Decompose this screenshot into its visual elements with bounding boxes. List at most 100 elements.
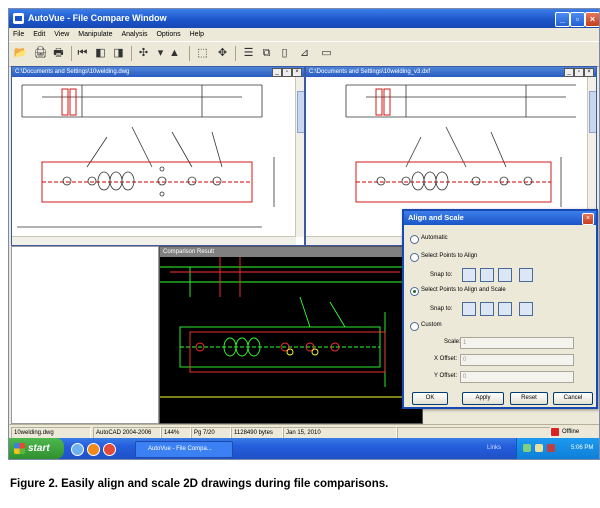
menu-bar: File Edit View Manipulate Analysis Optio… [9,28,599,41]
autovue-app-icon [13,13,24,24]
tray-security-icon[interactable] [547,444,555,452]
menu-help[interactable]: Help [190,31,204,38]
tray-volume-icon[interactable] [535,444,543,452]
left-pane-horizontal-scrollbar[interactable] [12,236,296,245]
dropdown-arrow-icon[interactable]: ▾ [153,46,168,61]
snap-midpoint-icon[interactable] [480,302,494,316]
print-icon[interactable]: 🖨 [33,46,48,61]
minimize-button[interactable]: _ [555,12,570,27]
menu-file[interactable]: File [13,31,24,38]
tray-network-icon[interactable] [523,444,531,452]
windows-taskbar: start AutoVue - File Compa... Links 5:06… [9,438,599,459]
toolbar-separator [235,46,236,61]
snap-none-icon[interactable] [519,268,533,282]
automatic-label: Automatic [421,235,448,241]
comparison-result-title: Comparison Result [160,247,422,257]
screenshot-frame: AutoVue - File Compare Window _ ▫ × File… [8,8,600,460]
rotate-icon[interactable]: ✣ [136,46,151,61]
snap-to-label: Snap to: [430,272,453,278]
menu-edit[interactable]: Edit [33,31,45,38]
links-toolbar[interactable]: Links [487,438,501,459]
app-title-bar[interactable]: AutoVue - File Compare Window _ ▫ × [9,9,599,28]
toolbar: 📂 🖨 🖶 ⏮ ◧ ◨ ✣ ▾ ▲ ⬚ ✥ ☰ ⧉ ▯ ⊿ ▭ [9,41,599,67]
select-points-align-scale-label: Select Points to Align and Scale [421,287,506,293]
menu-manipulate[interactable]: Manipulate [78,31,112,38]
snap-none-icon[interactable] [519,302,533,316]
comparison-cad-drawing [160,257,420,398]
zoom-box-icon[interactable]: ⬚ [195,46,210,61]
snap-to-label: Snap to: [430,306,453,312]
clock: 5:06 PM [571,445,594,451]
snap-endpoint-icon[interactable] [462,302,476,316]
pane-close-button[interactable]: × [584,68,594,77]
toolbar-separator [189,46,190,61]
media-quicklaunch-icon[interactable] [103,443,116,456]
first-page-icon[interactable]: ⏮ [75,46,90,61]
snap-center-icon[interactable] [498,268,512,282]
compare-icon[interactable]: ⧉ [259,46,274,61]
dialog-title: Align and Scale [404,211,596,225]
status-offline[interactable]: Offline [562,425,579,439]
pane-close-button[interactable]: × [292,68,302,77]
left-pane-title: C:\Documents and Settings\10welding.dwg [12,67,304,77]
close-button[interactable]: × [585,12,599,27]
menu-options[interactable]: Options [156,31,180,38]
snap-center-icon[interactable] [498,302,512,316]
pane-minimize-button[interactable]: _ [564,68,574,77]
app-title: AutoVue - File Compare Window [28,13,167,23]
snap-endpoint-icon[interactable] [462,268,476,282]
apply-button[interactable]: Apply [462,392,504,405]
scale-label: Scale: [444,339,461,345]
left-pane-vertical-scrollbar[interactable] [295,77,304,237]
align-and-scale-dialog[interactable]: Align and Scale × Automatic Select Point… [402,209,598,409]
menu-analysis[interactable]: Analysis [121,31,147,38]
windows-logo-icon [14,443,25,454]
left-cad-drawing [17,84,275,228]
pane-restore-button[interactable]: ▫ [282,68,292,77]
pan-icon[interactable]: ✥ [215,46,230,61]
menu-view[interactable]: View [54,31,69,38]
next-page-icon[interactable]: ◨ [111,46,126,61]
pane-restore-button[interactable]: ▫ [574,68,584,77]
ie-quicklaunch-icon[interactable] [71,443,84,456]
ok-button[interactable]: OK [412,392,448,405]
comparison-result-pane[interactable]: Comparison Result [159,246,423,424]
maximize-button[interactable]: ▫ [570,12,585,27]
taskbar-task-label: AutoVue - File Compa... [148,446,212,452]
select-points-align-scale-radio[interactable] [410,287,419,296]
x-offset-field[interactable]: 0 [460,354,574,366]
properties-icon[interactable]: ▭ [319,46,334,61]
custom-label: Custom [421,322,442,328]
reset-button[interactable]: Reset [510,392,548,405]
pane-minimize-button[interactable]: _ [272,68,282,77]
start-button[interactable]: start [9,438,64,459]
page-icon[interactable]: ▯ [277,46,292,61]
previous-page-icon[interactable]: ◧ [93,46,108,61]
print-preview-icon[interactable]: 🖶 [51,46,66,61]
snap-midpoint-icon[interactable] [480,268,494,282]
start-label: start [28,443,50,454]
markup-icon[interactable]: ▲ [167,46,182,61]
firefox-quicklaunch-icon[interactable] [87,443,100,456]
y-offset-label: Y Offset: [434,373,458,379]
select-points-align-label: Select Points to Align [421,253,478,259]
measure-icon[interactable]: ⊿ [297,46,312,61]
automatic-radio[interactable] [410,235,419,244]
dialog-close-button[interactable]: × [582,213,594,225]
toolbar-separator [131,46,132,61]
figure-caption: Figure 2. Easily align and scale 2D draw… [10,478,389,490]
select-points-align-radio[interactable] [410,253,419,262]
taskbar-autovue-button[interactable]: AutoVue - File Compa... [135,441,233,458]
status-bar: 10welding.dwg AutoCAD 2004-2006 144% Pg … [9,424,599,439]
offline-icon [551,428,559,436]
open-folder-icon[interactable]: 📂 [13,46,28,61]
x-offset-label: X Offset: [434,356,458,362]
y-offset-field[interactable]: 0 [460,371,574,383]
left-drawing-pane[interactable]: C:\Documents and Settings\10welding.dwg … [11,66,305,246]
cancel-button[interactable]: Cancel [553,392,593,405]
scale-field[interactable]: 1 [460,337,574,349]
layers-icon[interactable]: ☰ [241,46,256,61]
toolbar-separator [71,46,72,61]
custom-radio[interactable] [410,322,419,331]
right-pane-title: C:\Documents and Settings\10welding_v3.d… [306,67,596,77]
